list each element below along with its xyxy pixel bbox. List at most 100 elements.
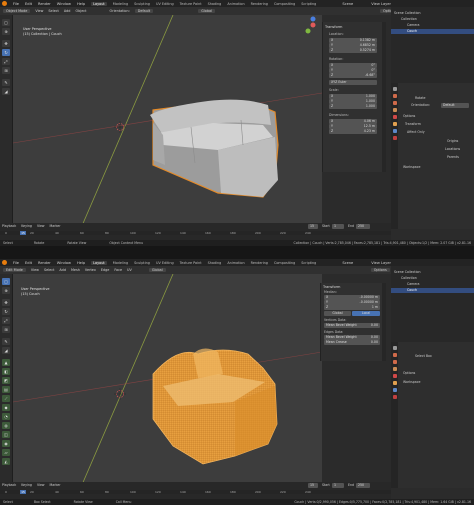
outliner-scene-collection[interactable]: Scene Collection bbox=[391, 11, 421, 16]
move-tool-icon-2[interactable]: ✥ bbox=[2, 299, 10, 306]
mode-dropdown[interactable]: Object Mode bbox=[3, 9, 31, 13]
timeline2-menu-playback[interactable]: Playback bbox=[2, 483, 16, 487]
prop-transform[interactable]: Transform bbox=[405, 122, 421, 126]
scale-y-field[interactable]: Y 1.000 bbox=[329, 99, 377, 104]
end-frame-field-2[interactable]: 250 bbox=[356, 483, 370, 488]
timeline-menu-playback[interactable]: Playback bbox=[2, 224, 16, 228]
scene-tab-icon[interactable] bbox=[392, 108, 397, 112]
rotate-tool-icon[interactable]: ↻ bbox=[2, 49, 10, 56]
spin-tool-icon[interactable]: ◔ bbox=[2, 413, 10, 420]
cursor-tool-icon-2[interactable]: ⊕ bbox=[2, 287, 10, 294]
pivot-dropdown-2[interactable]: Global bbox=[148, 268, 166, 272]
tab-layout[interactable]: Layout bbox=[91, 1, 107, 6]
annotate-tool-icon[interactable]: ✎ bbox=[2, 79, 10, 86]
annotate-tool-icon-2[interactable]: ✎ bbox=[2, 338, 10, 345]
header-menu-object[interactable]: Object bbox=[75, 9, 86, 13]
outliner-row-camera[interactable]: Camera bbox=[391, 23, 420, 28]
tab-compositing-2[interactable]: Compositing bbox=[274, 261, 295, 265]
transform-tool-icon-2[interactable]: ⊞ bbox=[2, 326, 10, 333]
outliner2-row-camera[interactable]: Camera bbox=[391, 282, 420, 287]
output-tab-icon[interactable] bbox=[392, 101, 397, 105]
tool-tab-icon[interactable] bbox=[392, 87, 397, 91]
menu-file[interactable]: File bbox=[13, 2, 19, 6]
output-tab-icon-2[interactable] bbox=[392, 360, 397, 364]
tab-scripting-2[interactable]: Scripting bbox=[301, 261, 316, 265]
tab-scripting[interactable]: Scripting bbox=[301, 2, 316, 6]
poly-build-tool-icon[interactable]: ◆ bbox=[2, 404, 10, 411]
view-layer-selector[interactable]: View Layer bbox=[371, 2, 391, 6]
dimensions-y-field[interactable]: Y 12.5 m bbox=[329, 124, 377, 129]
header2-menu-face[interactable]: Face bbox=[114, 268, 122, 272]
location-x-field[interactable]: X 0.1382 m bbox=[329, 38, 377, 43]
outliner-row-couch[interactable]: Couch bbox=[391, 29, 474, 34]
orientation-dropdown[interactable]: Default bbox=[134, 9, 154, 13]
prop-parents[interactable]: Parents bbox=[447, 155, 459, 159]
edge-slide-tool-icon[interactable]: ◫ bbox=[2, 431, 10, 438]
bevel-tool-icon[interactable]: ◩ bbox=[2, 377, 10, 384]
header2-menu-uv[interactable]: UV bbox=[127, 268, 132, 272]
world-tab-icon[interactable] bbox=[392, 115, 397, 119]
tab-shading[interactable]: Shading bbox=[208, 2, 222, 6]
shear-tool-icon[interactable]: ▱ bbox=[2, 449, 10, 456]
scene-tab-icon-2[interactable] bbox=[392, 367, 397, 371]
menu-render-2[interactable]: Render bbox=[38, 261, 51, 265]
median-x-field[interactable]: X -0.00000 m bbox=[324, 295, 380, 300]
outliner-row-collection[interactable]: Collection bbox=[391, 17, 417, 22]
scale-tool-icon-2[interactable]: ⤢ bbox=[2, 317, 10, 324]
tab-texture-paint[interactable]: Texture Paint bbox=[180, 2, 202, 6]
dimensions-z-field[interactable]: Z 4.23 m bbox=[329, 129, 377, 134]
tab-uv-editing[interactable]: UV Editing bbox=[156, 2, 174, 6]
current-frame-field[interactable]: 15 bbox=[308, 224, 318, 229]
material-tab-icon[interactable] bbox=[392, 136, 397, 140]
scale-tool-icon[interactable]: ⤢ bbox=[2, 58, 10, 65]
rotation-x-field[interactable]: X 0° bbox=[329, 63, 377, 68]
3d-viewport-2[interactable]: User Perspective (15) Couch bbox=[13, 274, 322, 482]
tab-rendering-2[interactable]: Rendering bbox=[251, 261, 268, 265]
menu-window-2[interactable]: Window bbox=[57, 261, 71, 265]
prop-locations[interactable]: Locations bbox=[445, 147, 460, 151]
tab-animation[interactable]: Animation bbox=[227, 2, 244, 6]
scene-selector[interactable]: Scene bbox=[342, 2, 353, 6]
timeline2-menu-keying[interactable]: Keying bbox=[21, 483, 32, 487]
mode-dropdown-2[interactable]: Edit Mode bbox=[3, 268, 26, 272]
options-dropdown-2[interactable]: Options bbox=[370, 268, 390, 272]
move-tool-icon[interactable]: ✥ bbox=[2, 40, 10, 47]
menu-edit[interactable]: Edit bbox=[25, 2, 32, 6]
rip-region-tool-icon[interactable]: ◭ bbox=[2, 458, 10, 465]
end-frame-field[interactable]: 250 bbox=[356, 224, 370, 229]
extrude-tool-icon[interactable]: ▲ bbox=[2, 359, 10, 366]
header2-menu-select[interactable]: Select bbox=[44, 268, 54, 272]
tab-modeling-2[interactable]: Modeling bbox=[113, 261, 128, 265]
menu-window[interactable]: Window bbox=[57, 2, 71, 6]
tab-sculpting[interactable]: Sculpting bbox=[134, 2, 150, 6]
menu-help[interactable]: Help bbox=[77, 2, 85, 6]
blender-logo-icon-2[interactable] bbox=[2, 260, 7, 265]
timeline-ruler[interactable]: 0 15 20 40 60 80 100 120 140 160 180 200… bbox=[0, 231, 391, 235]
scale-x-field[interactable]: X 1.000 bbox=[329, 94, 377, 99]
world-tab-icon-2[interactable] bbox=[392, 374, 397, 378]
shrink-fatten-tool-icon[interactable]: ◉ bbox=[2, 440, 10, 447]
tab-uv-editing-2[interactable]: UV Editing bbox=[156, 261, 174, 265]
prop-workspace[interactable]: Workspace bbox=[403, 165, 420, 169]
header-menu-add[interactable]: Add bbox=[64, 9, 71, 13]
dimensions-x-field[interactable]: X 4.06 m bbox=[329, 119, 377, 124]
timeline2-menu-marker[interactable]: Marker bbox=[50, 483, 61, 487]
prop-options[interactable]: Options bbox=[403, 114, 415, 118]
measure-tool-icon[interactable]: ◢ bbox=[2, 88, 10, 95]
timeline-menu-marker[interactable]: Marker bbox=[50, 224, 61, 228]
header2-menu-edge[interactable]: Edge bbox=[101, 268, 110, 272]
prop-origins[interactable]: Origins bbox=[447, 139, 458, 143]
playhead-2[interactable]: 15 bbox=[20, 490, 26, 494]
tab-modeling[interactable]: Modeling bbox=[113, 2, 128, 6]
loop-cut-tool-icon[interactable]: ▤ bbox=[2, 386, 10, 393]
start-frame-field-2[interactable]: 1 bbox=[332, 483, 344, 488]
playhead[interactable]: 15 bbox=[20, 231, 26, 235]
header2-menu-mesh[interactable]: Mesh bbox=[71, 268, 80, 272]
n-panel-tabs-2[interactable] bbox=[382, 283, 386, 361]
header-menu-select[interactable]: Select bbox=[48, 9, 58, 13]
modifier-tab-icon[interactable] bbox=[392, 129, 397, 133]
rotation-y-field[interactable]: Y 0° bbox=[329, 68, 377, 73]
rotate-tool-icon-2[interactable]: ↻ bbox=[2, 308, 10, 315]
prop2-workspace[interactable]: Workspace bbox=[403, 380, 420, 384]
object-tab-icon-2[interactable] bbox=[392, 381, 397, 385]
